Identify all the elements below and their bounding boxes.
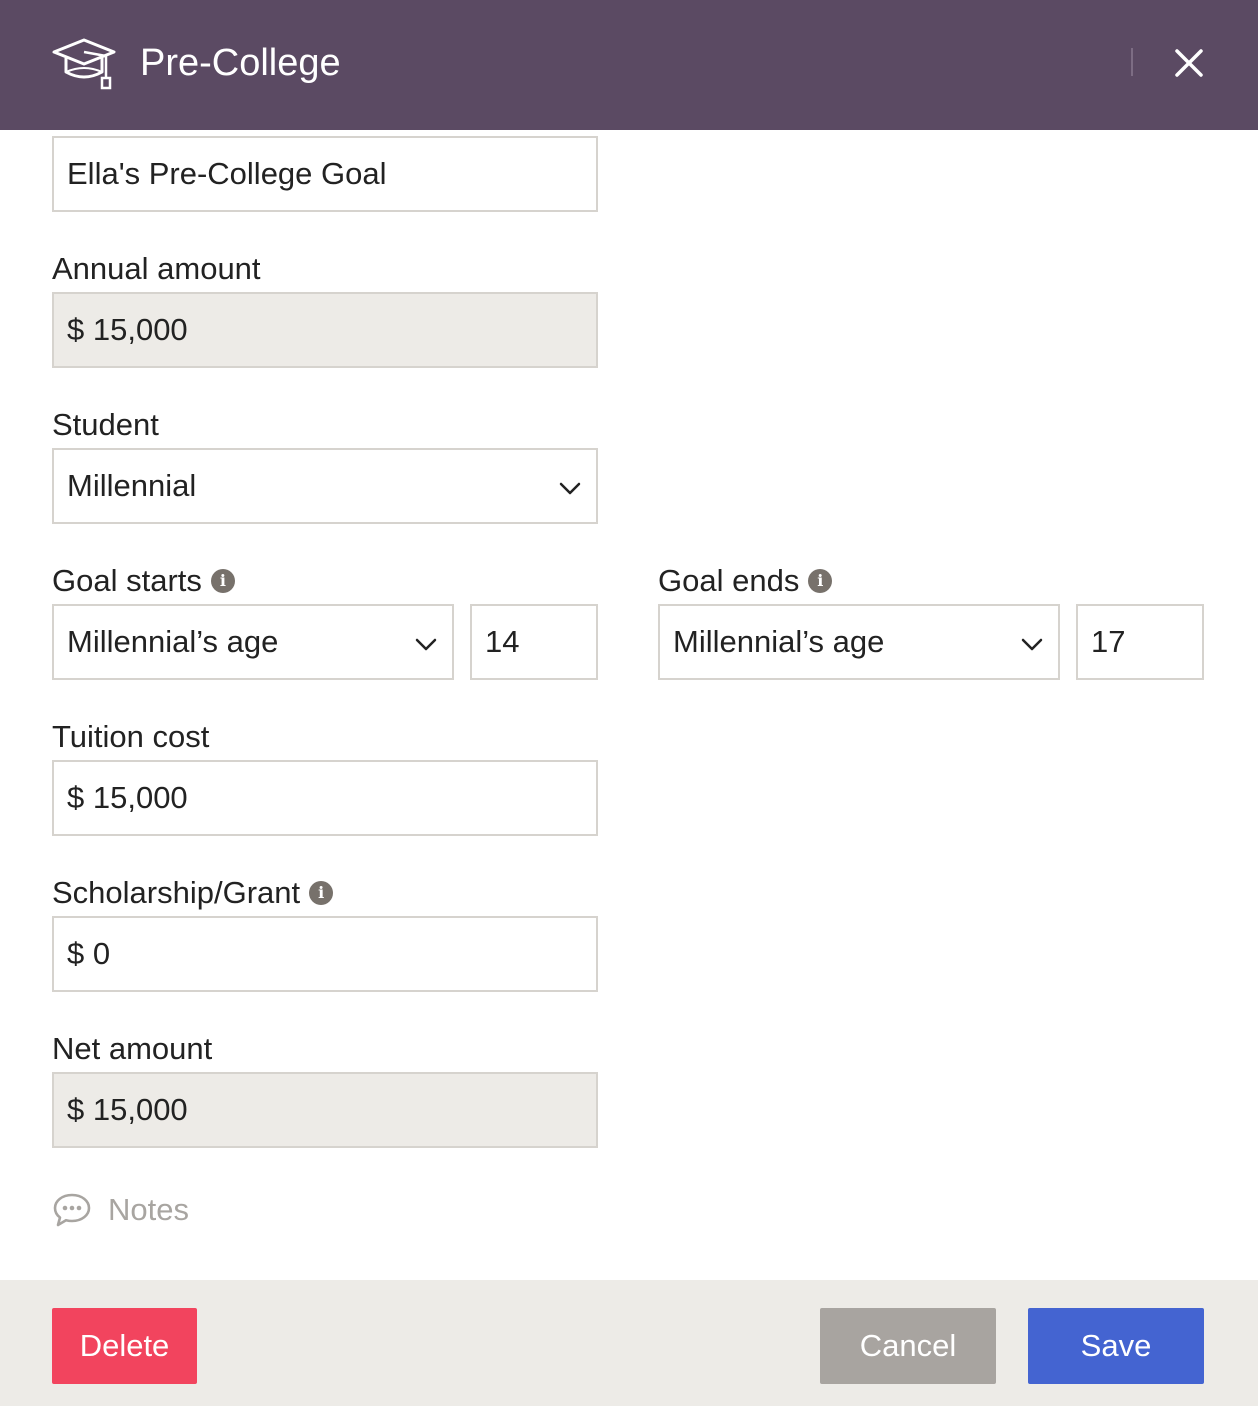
scholarship-input[interactable]: $ 0 — [52, 916, 598, 992]
info-icon[interactable]: i — [808, 569, 833, 593]
goal-name-input[interactable]: Ella's Pre-College Goal — [52, 136, 598, 212]
notes-label: Notes — [108, 1192, 189, 1227]
goal-ends-label: Goal ends i — [658, 562, 833, 600]
goal-name-value: Ella's Pre-College Goal — [67, 156, 387, 191]
close-icon[interactable] — [1166, 40, 1212, 86]
dialog-title: Pre-College — [140, 42, 341, 84]
annual-amount-label: Annual amount — [52, 251, 261, 286]
goal-starts-label: Goal starts i — [52, 562, 235, 600]
goal-ends-reference-select[interactable]: Millennial’s age — [658, 604, 1060, 680]
graduation-cap-icon — [52, 38, 116, 90]
goal-starts-reference-select[interactable]: Millennial’s age — [52, 604, 454, 680]
tuition-cost-label: Tuition cost — [52, 719, 210, 754]
goal-starts-age-input[interactable]: 14 — [470, 604, 598, 680]
save-button[interactable]: Save — [1028, 1308, 1204, 1384]
tuition-cost-input[interactable]: $ 15,000 — [52, 760, 598, 836]
scholarship-label: Scholarship/Grant i — [52, 874, 334, 912]
speech-bubble-icon — [53, 1193, 91, 1227]
delete-button[interactable]: Delete — [52, 1308, 197, 1384]
dialog-footer: Delete Cancel Save — [0, 1280, 1258, 1406]
net-amount-label: Net amount — [52, 1031, 213, 1066]
info-icon[interactable]: i — [210, 569, 235, 593]
chevron-down-icon — [1021, 638, 1043, 651]
cancel-button[interactable]: Cancel — [820, 1308, 996, 1384]
student-select[interactable]: Millennial — [52, 448, 598, 524]
annual-amount-field: $ 15,000 — [52, 292, 598, 368]
chevron-down-icon — [559, 482, 581, 495]
notes-toggle[interactable]: Notes — [52, 1192, 189, 1228]
goal-ends-age-input[interactable]: 17 — [1076, 604, 1204, 680]
dialog-header: Pre-College — [0, 0, 1258, 130]
chevron-down-icon — [415, 638, 437, 651]
header-divider — [1131, 48, 1133, 76]
net-amount-field: $ 15,000 — [52, 1072, 598, 1148]
info-icon[interactable]: i — [309, 881, 334, 905]
student-label: Student — [52, 407, 159, 442]
